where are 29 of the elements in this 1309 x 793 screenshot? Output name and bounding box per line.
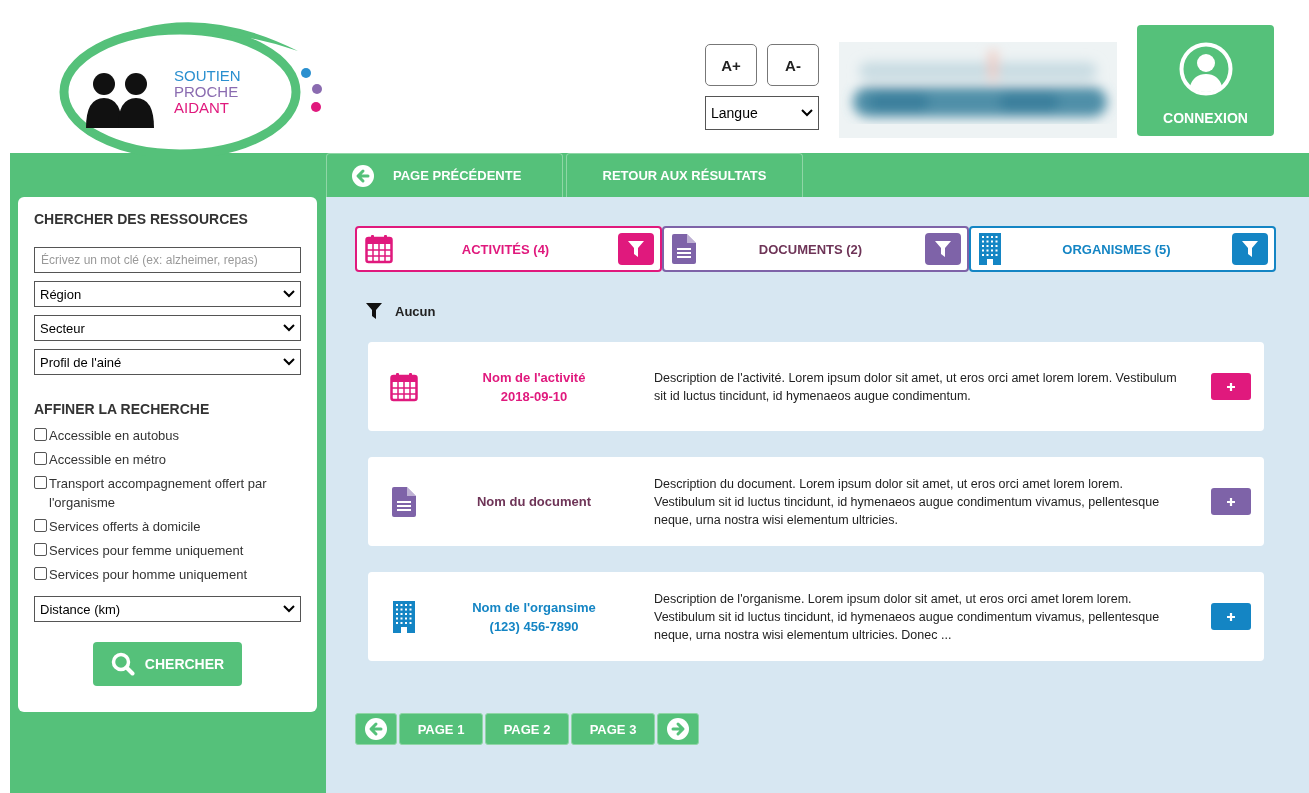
dropdown[interactable]: Secteur <box>34 315 301 341</box>
result-description: Description de l'organisme. Lorem ipsum dolor sit amet, ut eros orci amet lorem lorem. Vestibulum sit id luctus tincidunt, id hymenaeos augue condimentum vivamus, pellentesque neque, urna nostra wisi elementum ultricies. Donec ... <box>654 590 1161 644</box>
category-tab[interactable]: ACTIVITÉS (4) <box>355 226 662 272</box>
checkbox-label: Transport accompagnement offert par l'organisme <box>49 475 268 512</box>
font-size-button[interactable]: A+ <box>705 44 757 86</box>
result-description: Description du document. Lorem ipsum dolor sit amet, ut eros orci amet lorem lorem. Vestibulum sit id luctus tincidunt, id hymenaeos augue condimentum vivamus, pellentesque neque, urna nostra wisi elementum ultricies. <box>654 475 1161 529</box>
checkbox-label: Accessible en métro <box>49 451 167 469</box>
dropdown[interactable]: Région <box>34 281 301 307</box>
language-select[interactable]: Langue <box>705 96 819 130</box>
panel-title: CHERCHER DES RESSOURCES <box>34 211 249 227</box>
checkbox-label: Services pour homme uniquement <box>49 566 247 584</box>
dropdown[interactable]: Distance (km) <box>34 596 301 622</box>
font-size-button[interactable]: A- <box>767 44 819 86</box>
keyword-field[interactable]: Écrivez un mot clé (ex: alzheimer, repas) <box>34 247 301 273</box>
checkbox-label: Services pour femme uniquement <box>49 542 244 560</box>
result-description: Description de l'activité. Lorem ipsum dolor sit amet, ut eros orci amet lorem lorem. Vestibulum sit id luctus tincidunt, id hymenaeos augue condimentum. <box>654 369 1178 405</box>
result-title: Nom de l'organsime (123) 456-7890 <box>471 598 597 636</box>
checkbox-label: Accessible en autobus <box>49 427 180 445</box>
category-tab[interactable]: DOCUMENTS (2) <box>662 226 969 272</box>
logo-text: AIDANT <box>174 100 230 116</box>
panel-title: AFFINER LA RECHERCHE <box>34 401 211 417</box>
logo-text: SOUTIEN <box>174 68 241 84</box>
checkbox-label: Services offerts à domicile <box>49 518 201 536</box>
result-title: Nom du document <box>475 493 593 511</box>
result-title: Nom de l'activité 2018-09-10 <box>481 368 587 406</box>
dropdown[interactable]: Profil de l'ainé <box>34 349 301 375</box>
active-filter: Aucun <box>395 303 436 319</box>
logo-text: PROCHE <box>174 84 240 100</box>
category-tab[interactable]: ORGANISMES (5) <box>969 226 1276 272</box>
